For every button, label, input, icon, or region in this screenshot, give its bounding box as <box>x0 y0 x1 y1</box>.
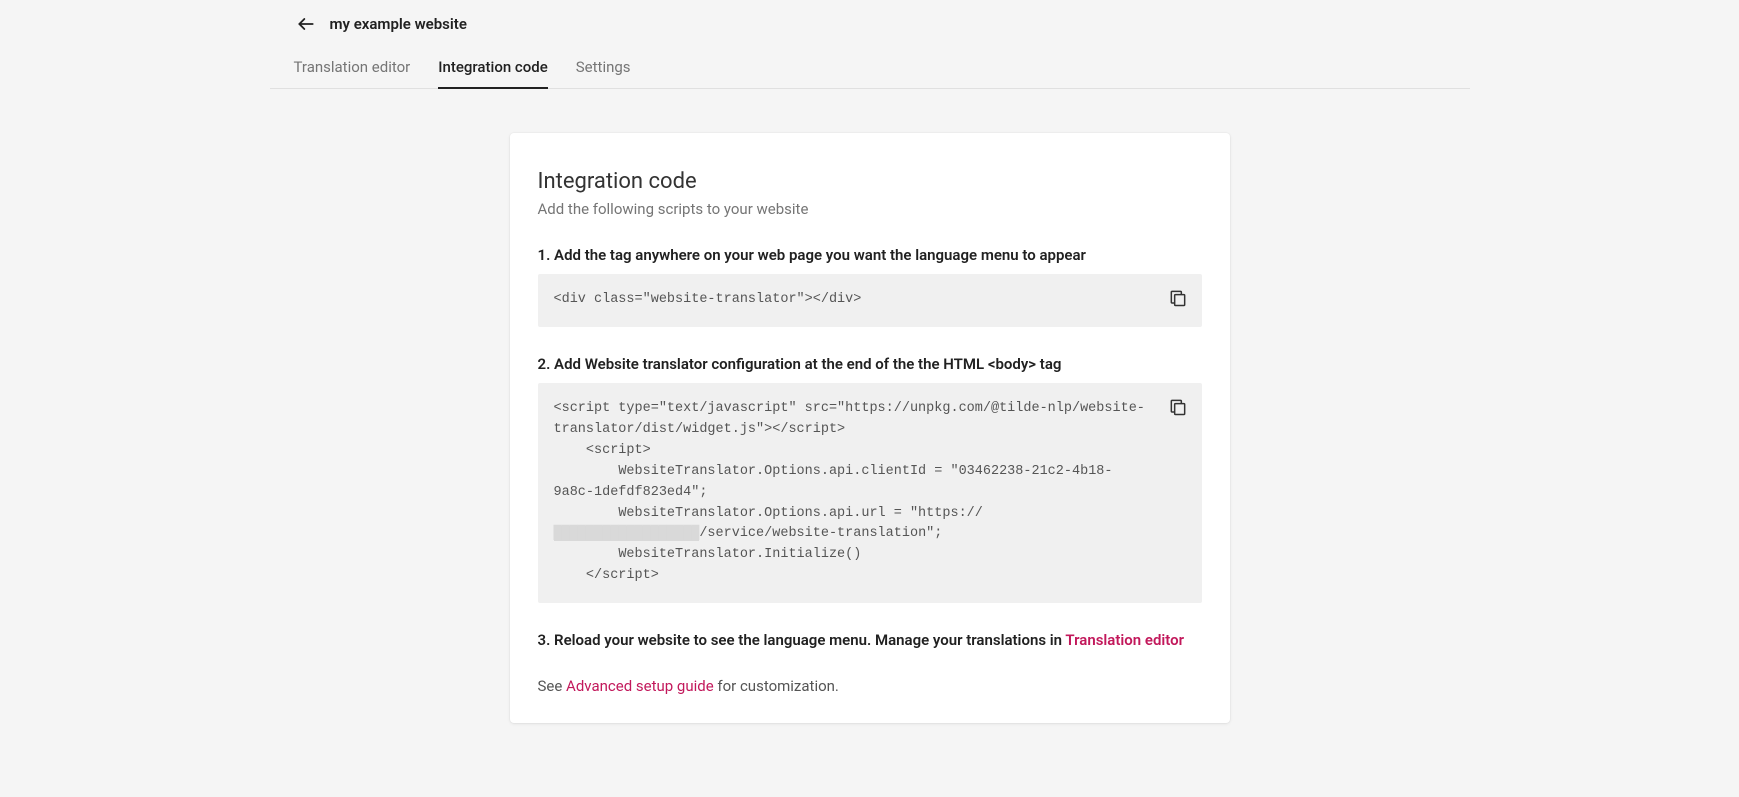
tab-translation-editor[interactable]: Translation editor <box>294 48 411 88</box>
card-title: Integration code <box>538 169 1202 194</box>
step-2-code-pre: <script type="text/javascript" src="http… <box>554 401 1145 521</box>
footer-prefix: See <box>538 677 567 695</box>
page-title: my example website <box>330 15 467 33</box>
step-2-code-redacted: ██████████████████ <box>554 526 700 541</box>
integration-card: Integration code Add the following scrip… <box>510 133 1230 723</box>
step-2-label: 2. Add Website translator configuration … <box>538 355 1202 373</box>
step-1-label: 1. Add the tag anywhere on your web page… <box>538 246 1202 264</box>
footer-line: See Advanced setup guide for customizati… <box>538 677 1202 695</box>
translation-editor-link[interactable]: Translation editor <box>1065 631 1184 649</box>
copy-button-2[interactable] <box>1164 393 1192 421</box>
step-3-text: 3. Reload your website to see the langua… <box>538 631 1066 649</box>
step-3: 3. Reload your website to see the langua… <box>538 631 1202 649</box>
step-1: 1. Add the tag anywhere on your web page… <box>538 246 1202 327</box>
back-arrow-icon[interactable] <box>294 12 318 36</box>
step-1-code-box: <div class="website-translator"></div> <box>538 274 1202 327</box>
step-1-code: <div class="website-translator"></div> <box>554 292 862 307</box>
card-subtitle: Add the following scripts to your websit… <box>538 200 1202 218</box>
footer-suffix: for customization. <box>714 677 839 695</box>
step-2-code-box: <script type="text/javascript" src="http… <box>538 383 1202 603</box>
advanced-setup-link[interactable]: Advanced setup guide <box>566 677 714 695</box>
tab-integration-code[interactable]: Integration code <box>438 48 548 88</box>
step-2: 2. Add Website translator configuration … <box>538 355 1202 603</box>
tab-settings[interactable]: Settings <box>576 48 631 88</box>
tabs: Translation editor Integration code Sett… <box>270 48 1470 89</box>
copy-button-1[interactable] <box>1164 284 1192 312</box>
